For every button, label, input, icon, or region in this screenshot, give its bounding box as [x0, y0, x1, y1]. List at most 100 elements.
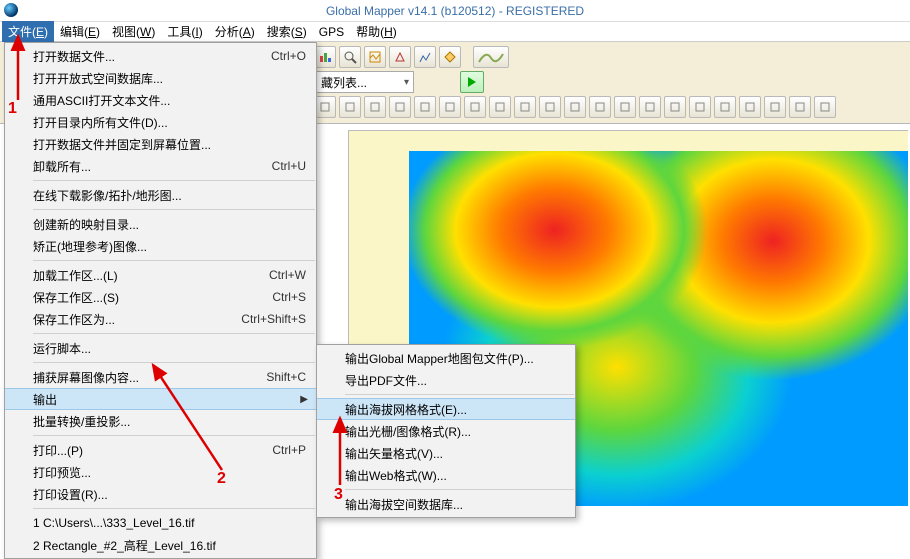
toolbar-button[interactable] — [664, 96, 686, 118]
play-button[interactable] — [460, 71, 484, 93]
toolbar-button[interactable] — [514, 96, 536, 118]
toolbar-button[interactable] — [473, 46, 509, 68]
title-text: Global Mapper v14.1 (b120512) - REGISTER… — [326, 4, 584, 18]
toolbar-button[interactable] — [789, 96, 811, 118]
menu-item-accel: Ctrl+U — [272, 159, 306, 173]
toolbar-button[interactable] — [389, 96, 411, 118]
submenu-item-label: 输出光栅/图像格式(R)... — [345, 423, 471, 440]
menu-分析[interactable]: 分析(A) — [209, 21, 261, 42]
combo-label: 藏列表... — [321, 74, 367, 91]
menu-item-label: 捕获屏幕图像内容... — [33, 369, 139, 386]
toolbar-button[interactable] — [589, 96, 611, 118]
toolbar-button[interactable] — [689, 96, 711, 118]
menu-item[interactable]: 输出 ▶ — [5, 388, 316, 410]
submenu-item[interactable]: 导出PDF文件... — [317, 369, 575, 391]
submenu-item[interactable]: 输出光栅/图像格式(R)... — [317, 420, 575, 442]
menu-item[interactable]: 保存工作区...(S)Ctrl+S — [5, 286, 316, 308]
menu-item[interactable]: 捕获屏幕图像内容...Shift+C — [5, 366, 316, 388]
menu-item[interactable]: 运行脚本... — [5, 337, 316, 359]
menu-编辑[interactable]: 编辑(E) — [54, 21, 106, 42]
menu-item[interactable]: 打开数据文件并固定到屏幕位置... — [5, 133, 316, 155]
toolbar-button[interactable] — [364, 46, 386, 68]
submenu-item-label: 输出海拔空间数据库... — [345, 496, 463, 513]
menu-item-label: 加载工作区...(L) — [33, 267, 118, 284]
menu-separator — [33, 508, 315, 509]
menu-item-label: 打开目录内所有文件(D)... — [33, 114, 168, 131]
menu-item-label: 卸载所有... — [33, 158, 91, 175]
menu-item-label: 2 Rectangle_#2_高程_Level_16.tif — [33, 537, 216, 554]
menu-item[interactable]: 通用ASCII打开文本文件... — [5, 89, 316, 111]
combo-hidden-list[interactable]: 藏列表... — [314, 71, 414, 93]
menu-item[interactable]: 在线下载影像/拓扑/地形图... — [5, 184, 316, 206]
toolbar-button[interactable] — [814, 96, 836, 118]
menu-item-label: 打印设置(R)... — [33, 486, 108, 503]
menu-item-accel: Ctrl+O — [271, 49, 306, 63]
submenu-item[interactable]: 输出Global Mapper地图包文件(P)... — [317, 347, 575, 369]
title-bar: Global Mapper v14.1 (b120512) - REGISTER… — [0, 0, 910, 22]
toolbar-button[interactable] — [614, 96, 636, 118]
export-submenu: 输出Global Mapper地图包文件(P)... 导出PDF文件... 输出海拔… — [316, 344, 576, 518]
menu-item[interactable]: 打印...(P)Ctrl+P — [5, 439, 316, 461]
toolbar-button[interactable] — [364, 96, 386, 118]
menu-item[interactable]: 矫正(地理参考)图像... — [5, 235, 316, 257]
toolbar-button[interactable] — [764, 96, 786, 118]
toolbar-button[interactable] — [314, 46, 336, 68]
menu-item-label: 打开数据文件并固定到屏幕位置... — [33, 136, 211, 153]
toolbar-button[interactable] — [464, 96, 486, 118]
toolbar-button[interactable] — [314, 96, 336, 118]
menu-搜索[interactable]: 搜索(S) — [261, 21, 313, 42]
toolbar-button[interactable] — [414, 46, 436, 68]
menu-item[interactable]: 打开目录内所有文件(D)... — [5, 111, 316, 133]
menu-item[interactable]: 批量转换/重投影... — [5, 410, 316, 432]
menu-item-label: 打开数据文件... — [33, 48, 115, 65]
menu-separator — [33, 209, 315, 210]
submenu-item[interactable]: 输出Web格式(W)... — [317, 464, 575, 486]
menu-item-label: 1 C:\Users\...\333_Level_16.tif — [33, 516, 194, 530]
toolbar-button[interactable] — [339, 46, 361, 68]
menu-item-label: 打印预览... — [33, 464, 91, 481]
toolbar-button[interactable] — [414, 96, 436, 118]
menu-item[interactable]: 创建新的映射目录... — [5, 213, 316, 235]
menu-帮助[interactable]: 帮助(H) — [350, 21, 403, 42]
menu-视图[interactable]: 视图(W) — [106, 21, 161, 42]
submenu-item[interactable]: 输出矢量格式(V)... — [317, 442, 575, 464]
menu-item-accel: Ctrl+W — [269, 268, 306, 282]
toolbar-button[interactable] — [564, 96, 586, 118]
menu-separator — [33, 435, 315, 436]
menu-文件[interactable]: 文件(E) — [2, 21, 54, 42]
menu-bar: 文件(E)编辑(E)视图(W)工具(I)分析(A)搜索(S)GPS帮助(H) — [0, 22, 910, 42]
toolbar-button[interactable] — [714, 96, 736, 118]
menu-item[interactable]: 打印设置(R)... — [5, 483, 316, 505]
menu-item-label: 创建新的映射目录... — [33, 216, 139, 233]
submenu-item-label: 导出PDF文件... — [345, 372, 427, 389]
annotation-3: 3 — [334, 486, 343, 504]
menu-GPS[interactable]: GPS — [313, 23, 350, 41]
menu-item[interactable]: 打开开放式空间数据库... — [5, 67, 316, 89]
menu-item[interactable]: 保存工作区为...Ctrl+Shift+S — [5, 308, 316, 330]
toolbar-button[interactable] — [439, 46, 461, 68]
menu-item[interactable]: 1 C:\Users\...\333_Level_16.tif — [5, 512, 316, 534]
toolbar-button[interactable] — [639, 96, 661, 118]
menu-item[interactable]: 加载工作区...(L) Ctrl+W — [5, 264, 316, 286]
menu-separator — [345, 394, 574, 395]
menu-item[interactable]: 打开数据文件... Ctrl+O — [5, 45, 316, 67]
toolbar-button[interactable] — [489, 96, 511, 118]
toolbar-button[interactable] — [739, 96, 761, 118]
menu-item-label: 输出 — [33, 391, 57, 408]
submenu-item[interactable]: 输出海拔网格格式(E)... — [317, 398, 575, 420]
toolbar-button[interactable] — [439, 96, 461, 118]
menu-item[interactable]: 2 Rectangle_#2_高程_Level_16.tif — [5, 534, 316, 556]
menu-item-label: 矫正(地理参考)图像... — [33, 238, 147, 255]
submenu-item[interactable]: 输出海拔空间数据库... — [317, 493, 575, 515]
menu-工具[interactable]: 工具(I) — [161, 21, 208, 42]
toolbar-button[interactable] — [389, 46, 411, 68]
submenu-item-label: 输出Web格式(W)... — [345, 467, 447, 484]
menu-item-label: 在线下载影像/拓扑/地形图... — [33, 187, 182, 204]
menu-item[interactable]: 卸载所有... Ctrl+U — [5, 155, 316, 177]
menu-item-accel: Ctrl+Shift+S — [241, 312, 306, 326]
toolbar-button[interactable] — [539, 96, 561, 118]
submenu-arrow-icon: ▶ — [300, 394, 308, 405]
menu-item-label: 保存工作区...(S) — [33, 289, 119, 306]
toolbar-button[interactable] — [339, 96, 361, 118]
menu-item[interactable]: 打印预览... — [5, 461, 316, 483]
